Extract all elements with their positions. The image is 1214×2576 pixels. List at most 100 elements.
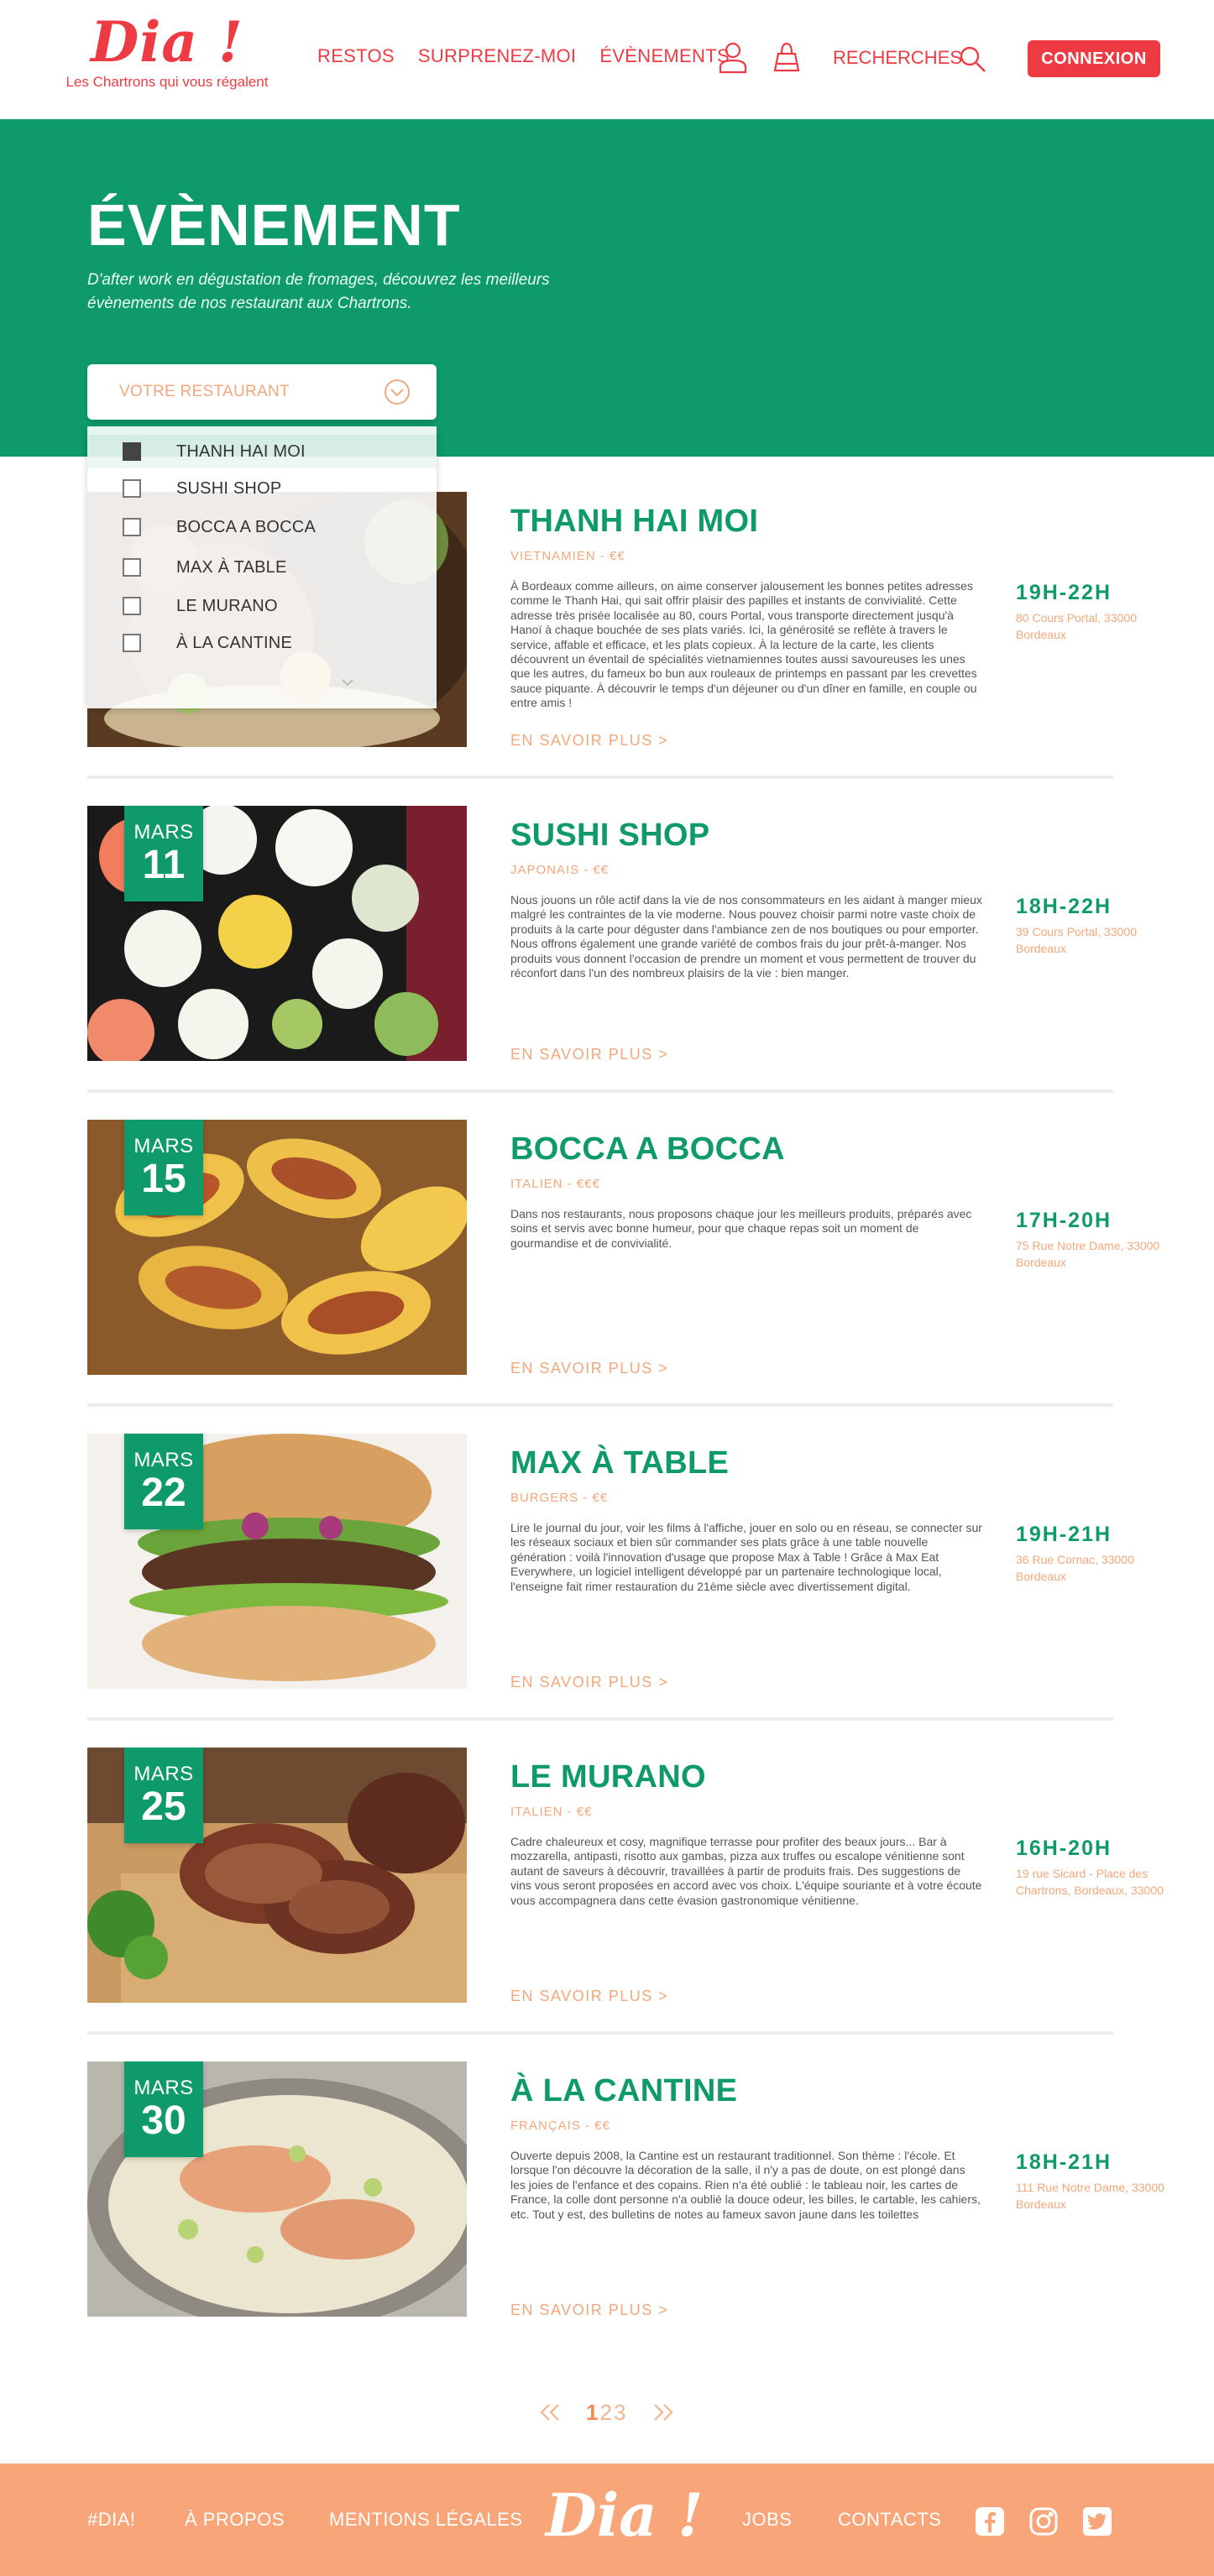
logo-link[interactable]: Dia ! Les Chartrons qui vous régalent — [54, 12, 280, 91]
filter-option-max-a-table[interactable]: MAX À TABLE — [87, 551, 437, 584]
user-icon[interactable] — [717, 40, 749, 74]
event-time: 16H-20H — [1016, 1837, 1112, 1860]
divider — [87, 2031, 1113, 2035]
footer-link-contacts[interactable]: CONTACTS — [838, 2509, 941, 2531]
event-month: MARS — [133, 821, 194, 844]
event-description: Nous jouons un rôle actif dans la vie de… — [510, 893, 982, 980]
filter-option-label: SUSHI SHOP — [176, 478, 282, 498]
chevron-down-icon[interactable] — [336, 673, 359, 693]
event-time: 19H-22H — [1016, 581, 1112, 604]
event-more-link[interactable]: EN SAVOIR PLUS > — [510, 1360, 668, 1377]
event-more-link[interactable]: EN SAVOIR PLUS > — [510, 732, 668, 750]
event-date-badge: MARS 25 — [124, 1748, 203, 1843]
footer-link-mentions-legales[interactable]: MENTIONS LÉGALES — [329, 2509, 523, 2531]
filter-option-label: MAX À TABLE — [176, 557, 287, 577]
event-description: À Bordeaux comme ailleurs, on aime conse… — [510, 579, 977, 710]
nav-evenements[interactable]: ÉVÈNEMENTS — [599, 45, 730, 67]
page-numbers: 123 — [586, 2400, 627, 2426]
event-title[interactable]: BOCCA A BOCCA — [510, 1131, 785, 1168]
event-month: MARS — [133, 2077, 194, 2099]
bag-icon[interactable] — [771, 40, 803, 74]
event-category: ITALIEN - €€ — [510, 1805, 593, 1819]
event-description: Lire le journal du jour, voir les films … — [510, 1521, 982, 1593]
event-date-badge: MARS 30 — [124, 2061, 203, 2157]
divider — [87, 1717, 1113, 1721]
event-address: 75 Rue Notre Dame, 33000 Bordeaux — [1016, 1239, 1160, 1269]
event-more-link[interactable]: EN SAVOIR PLUS > — [510, 2302, 668, 2319]
search-icon[interactable] — [959, 45, 987, 74]
checkbox[interactable] — [123, 558, 141, 577]
logo: Dia ! — [90, 9, 244, 75]
footer-link-a-propos[interactable]: À PROPOS — [185, 2509, 285, 2531]
filter-option-label: THANH HAI MOI — [176, 442, 306, 461]
search-link[interactable]: RECHERCHES — [833, 47, 962, 69]
event-day: 15 — [141, 1157, 186, 1201]
event-month: MARS — [133, 1135, 194, 1157]
event-category: ITALIEN - €€€ — [510, 1177, 600, 1191]
event-card: MARS 11 SUSHI SHOP JAPONAIS - €€ Nous jo… — [87, 806, 1137, 1093]
event-address: 111 Rue Notre Dame, 33000 Bordeaux — [1016, 2181, 1164, 2211]
restaurant-filter-options: THANH HAI MOI SUSHI SHOP BOCCA A BOCCA M… — [87, 426, 437, 708]
event-title[interactable]: À LA CANTINE — [510, 2073, 737, 2109]
facebook-icon[interactable] — [974, 2505, 1006, 2537]
double-chevron-left-icon[interactable] — [537, 2402, 563, 2422]
double-chevron-right-icon[interactable] — [651, 2402, 676, 2422]
divider — [87, 1403, 1113, 1407]
filter-option-bocca-a-bocca[interactable]: BOCCA A BOCCA — [87, 510, 437, 544]
event-category: FRANÇAIS - €€ — [510, 2119, 610, 2133]
checkbox-checked[interactable] — [123, 442, 141, 461]
event-description: Dans nos restaurants, nous proposons cha… — [510, 1207, 972, 1250]
event-more-link[interactable]: EN SAVOIR PLUS > — [510, 1674, 668, 1691]
page-subtitle: D'after work en dégustation de fromages,… — [87, 271, 550, 312]
event-day: 30 — [141, 2098, 186, 2143]
page-1[interactable]: 1 — [586, 2400, 599, 2425]
footer-logo[interactable]: Dia ! — [546, 2480, 704, 2550]
event-description: Ouverte depuis 2008, la Cantine est un r… — [510, 2149, 981, 2221]
event-title[interactable]: SUSHI SHOP — [510, 818, 709, 854]
restaurant-filter-select[interactable]: VOTRE RESTAURANT — [87, 364, 437, 420]
event-address: 36 Rue Cornac, 33000 Bordeaux — [1016, 1553, 1134, 1583]
event-more-link[interactable]: EN SAVOIR PLUS > — [510, 1046, 668, 1063]
checkbox[interactable] — [123, 634, 141, 652]
checkbox[interactable] — [123, 518, 141, 536]
pagination: 123 — [537, 2396, 676, 2429]
event-title[interactable]: THANH HAI MOI — [510, 504, 758, 540]
event-time: 18H-22H — [1016, 895, 1112, 918]
main-nav: RESTOS SURPRENEZ-MOI ÉVÈNEMENTS — [317, 45, 753, 67]
event-month: MARS — [133, 1763, 194, 1785]
filter-option-sushi-shop[interactable]: SUSHI SHOP — [87, 472, 437, 505]
twitter-icon[interactable] — [1081, 2505, 1113, 2537]
filter-option-thanh-hai-moi[interactable]: THANH HAI MOI — [87, 435, 437, 468]
event-title[interactable]: MAX À TABLE — [510, 1445, 729, 1481]
event-card: MARS 30 À LA CANTINE FRANÇAIS - €€ Ouver… — [87, 2061, 1164, 2349]
page-title: ÉVÈNEMENT — [87, 192, 461, 258]
instagram-icon[interactable] — [1028, 2505, 1060, 2537]
event-title[interactable]: LE MURANO — [510, 1759, 706, 1795]
footer-link-jobs[interactable]: JOBS — [742, 2509, 792, 2531]
event-category: VIETNAMIEN - €€ — [510, 549, 625, 563]
event-card: MARS 25 LE MURANO ITALIEN - €€ Cadre cha… — [87, 1748, 1164, 2035]
site-footer: #DIA! À PROPOS MENTIONS LÉGALES Dia ! JO… — [0, 2464, 1214, 2576]
event-more-link[interactable]: EN SAVOIR PLUS > — [510, 1988, 668, 2005]
footer-link-dia[interactable]: #DIA! — [87, 2509, 136, 2531]
event-date-badge: MARS 11 — [124, 806, 203, 901]
event-date-badge: MARS 22 — [124, 1434, 203, 1529]
filter-option-le-murano[interactable]: LE MURANO — [87, 589, 437, 623]
chevron-down-icon[interactable] — [383, 378, 411, 406]
filter-option-label: BOCCA A BOCCA — [176, 517, 316, 536]
event-card: MARS 15 BOCCA A BOCCA ITALIEN - €€€ Dans… — [87, 1120, 1159, 1407]
divider — [87, 1089, 1113, 1093]
event-day: 25 — [141, 1784, 186, 1829]
page-3[interactable]: 3 — [614, 2400, 627, 2425]
event-address: 19 rue Sicard - Place des Chartrons, Bor… — [1016, 1867, 1164, 1897]
nav-surprenez-moi[interactable]: SURPRENEZ-MOI — [418, 45, 576, 67]
event-address: 39 Cours Portal, 33000 Bordeaux — [1016, 925, 1137, 955]
event-address: 80 Cours Portal, 33000 Bordeaux — [1016, 611, 1137, 641]
filter-option-a-la-cantine[interactable]: À LA CANTINE — [87, 626, 437, 660]
event-time: 19H-21H — [1016, 1523, 1112, 1546]
page-2[interactable]: 2 — [599, 2400, 613, 2425]
login-button[interactable]: CONNEXION — [1028, 40, 1160, 77]
checkbox[interactable] — [123, 479, 141, 498]
nav-restos[interactable]: RESTOS — [317, 45, 395, 67]
checkbox[interactable] — [123, 597, 141, 615]
